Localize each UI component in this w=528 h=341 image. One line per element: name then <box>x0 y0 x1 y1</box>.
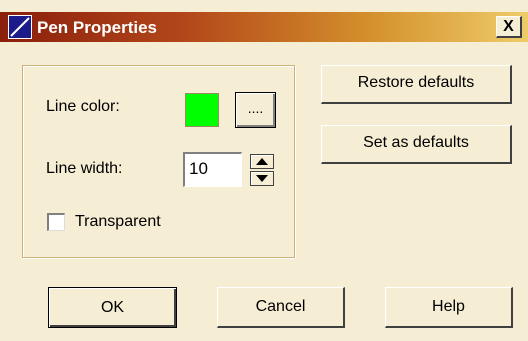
spin-up-button[interactable] <box>250 154 274 169</box>
set-as-defaults-label: Set as defaults <box>363 134 469 151</box>
close-icon: X <box>503 18 514 35</box>
cancel-label: Cancel <box>255 298 306 315</box>
restore-defaults-label: Restore defaults <box>357 74 475 91</box>
transparent-checkbox[interactable] <box>47 213 65 231</box>
transparent-label: Transparent <box>75 213 161 230</box>
title-bar[interactable]: Pen Properties X <box>0 12 528 42</box>
line-width-input[interactable]: 10 <box>183 152 242 187</box>
spin-down-button[interactable] <box>250 171 274 186</box>
restore-defaults-button[interactable]: Restore defaults <box>321 65 512 104</box>
color-picker-button[interactable]: .... <box>235 92 276 128</box>
line-color-label: Line color: <box>46 98 120 115</box>
help-label: Help <box>432 298 465 315</box>
ok-label: OK <box>100 299 125 316</box>
line-color-swatch[interactable] <box>185 93 219 127</box>
window-title: Pen Properties <box>37 18 157 37</box>
triangle-down-icon <box>256 175 268 182</box>
ok-button[interactable]: OK <box>48 287 177 328</box>
pen-line-icon <box>8 15 32 39</box>
cancel-button[interactable]: Cancel <box>217 287 345 328</box>
help-button[interactable]: Help <box>385 287 513 328</box>
triangle-up-icon <box>256 158 268 165</box>
pen-properties-dialog: Pen Properties X Line color: .... Line w… <box>0 0 528 341</box>
color-picker-label: .... <box>247 100 264 116</box>
line-width-label: Line width: <box>46 160 123 177</box>
set-as-defaults-button[interactable]: Set as defaults <box>321 125 512 164</box>
close-button[interactable]: X <box>496 16 522 38</box>
